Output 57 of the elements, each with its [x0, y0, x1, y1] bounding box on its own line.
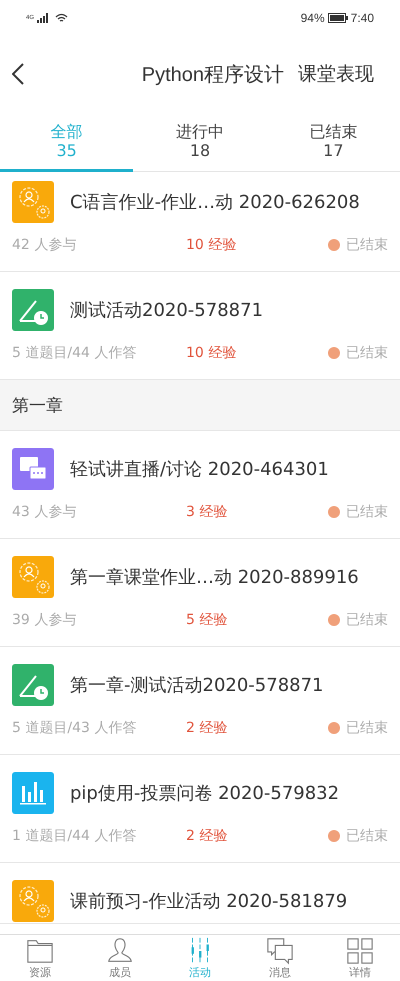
activity-title[interactable]: 课前预习-作业活动 2020-581879: [70, 889, 348, 913]
filter-tab[interactable]: 进行中 18: [133, 112, 267, 172]
nav-tab[interactable]: 资源: [0, 937, 80, 981]
status-label: 已结束: [346, 503, 388, 521]
status-dot: [328, 506, 340, 518]
grid-icon: [346, 937, 374, 965]
status-label: 已结束: [346, 827, 388, 845]
nav-tab[interactable]: 成员: [80, 937, 160, 981]
clock: 7:40: [350, 11, 374, 25]
status-label: 已结束: [346, 611, 388, 629]
activity-title[interactable]: 测试活动2020-578871: [70, 298, 264, 322]
status-label: 已结束: [346, 719, 388, 737]
status-dot: [328, 614, 340, 626]
wifi-icon: [55, 13, 68, 23]
people-gear-icon: [12, 556, 54, 598]
participation-count: 5 道题目/44 人作答: [12, 344, 138, 362]
activity-title[interactable]: 第一章课堂作业…动 2020-889916: [70, 565, 359, 589]
person-icon: [106, 937, 134, 965]
page-title: Python程序设计: [142, 62, 284, 88]
activity-title[interactable]: 第一章-测试活动2020-578871: [70, 673, 324, 697]
classroom-performance-button[interactable]: 课堂表现: [298, 61, 374, 87]
pen-clock-icon: [12, 289, 54, 331]
participation-count: 5 道题目/43 人作答: [12, 719, 138, 737]
bar-chart-icon: [12, 772, 54, 814]
filter-tab[interactable]: 已结束 17: [266, 112, 400, 172]
people-gear-icon: [12, 880, 54, 922]
people-gear-icon: [12, 181, 54, 223]
signal-icon: [37, 13, 50, 23]
activity-title[interactable]: 轻试讲直播/讨论 2020-464301: [70, 457, 329, 481]
status-label: 已结束: [346, 236, 388, 254]
nav-tab[interactable]: 详情: [320, 937, 400, 981]
status-dot: [328, 722, 340, 734]
folder-icon: [26, 937, 54, 965]
experience-points: 2 经验: [186, 827, 228, 845]
chapter-header: 第一章: [0, 380, 400, 431]
back-icon[interactable]: [12, 63, 24, 85]
status-dot: [328, 347, 340, 359]
participation-count: 39 人参与: [12, 611, 78, 629]
battery-percent: 94%: [300, 11, 325, 25]
participation-count: 42 人参与: [12, 236, 78, 254]
experience-points: 10 经验: [186, 344, 238, 362]
experience-points: 5 经验: [186, 611, 228, 629]
pen-clock-icon: [12, 664, 54, 706]
chat-icon: [266, 937, 294, 965]
battery-icon: [328, 13, 348, 23]
experience-points: 10 经验: [186, 236, 238, 254]
chat-bubble-icon: [12, 448, 54, 490]
participation-count: 43 人参与: [12, 503, 78, 521]
status-dot: [328, 239, 340, 251]
experience-points: 3 经验: [186, 503, 228, 521]
participation-count: 1 道题目/44 人作答: [12, 827, 138, 845]
status-label: 已结束: [346, 344, 388, 362]
activity-title[interactable]: pip使用-投票问卷 2020-579832: [70, 781, 340, 805]
activity-title[interactable]: C语言作业-作业…动 2020-626208: [70, 190, 360, 214]
nav-tab[interactable]: 消息: [240, 937, 320, 981]
status-dot: [328, 830, 340, 842]
experience-points: 2 经验: [186, 719, 228, 737]
